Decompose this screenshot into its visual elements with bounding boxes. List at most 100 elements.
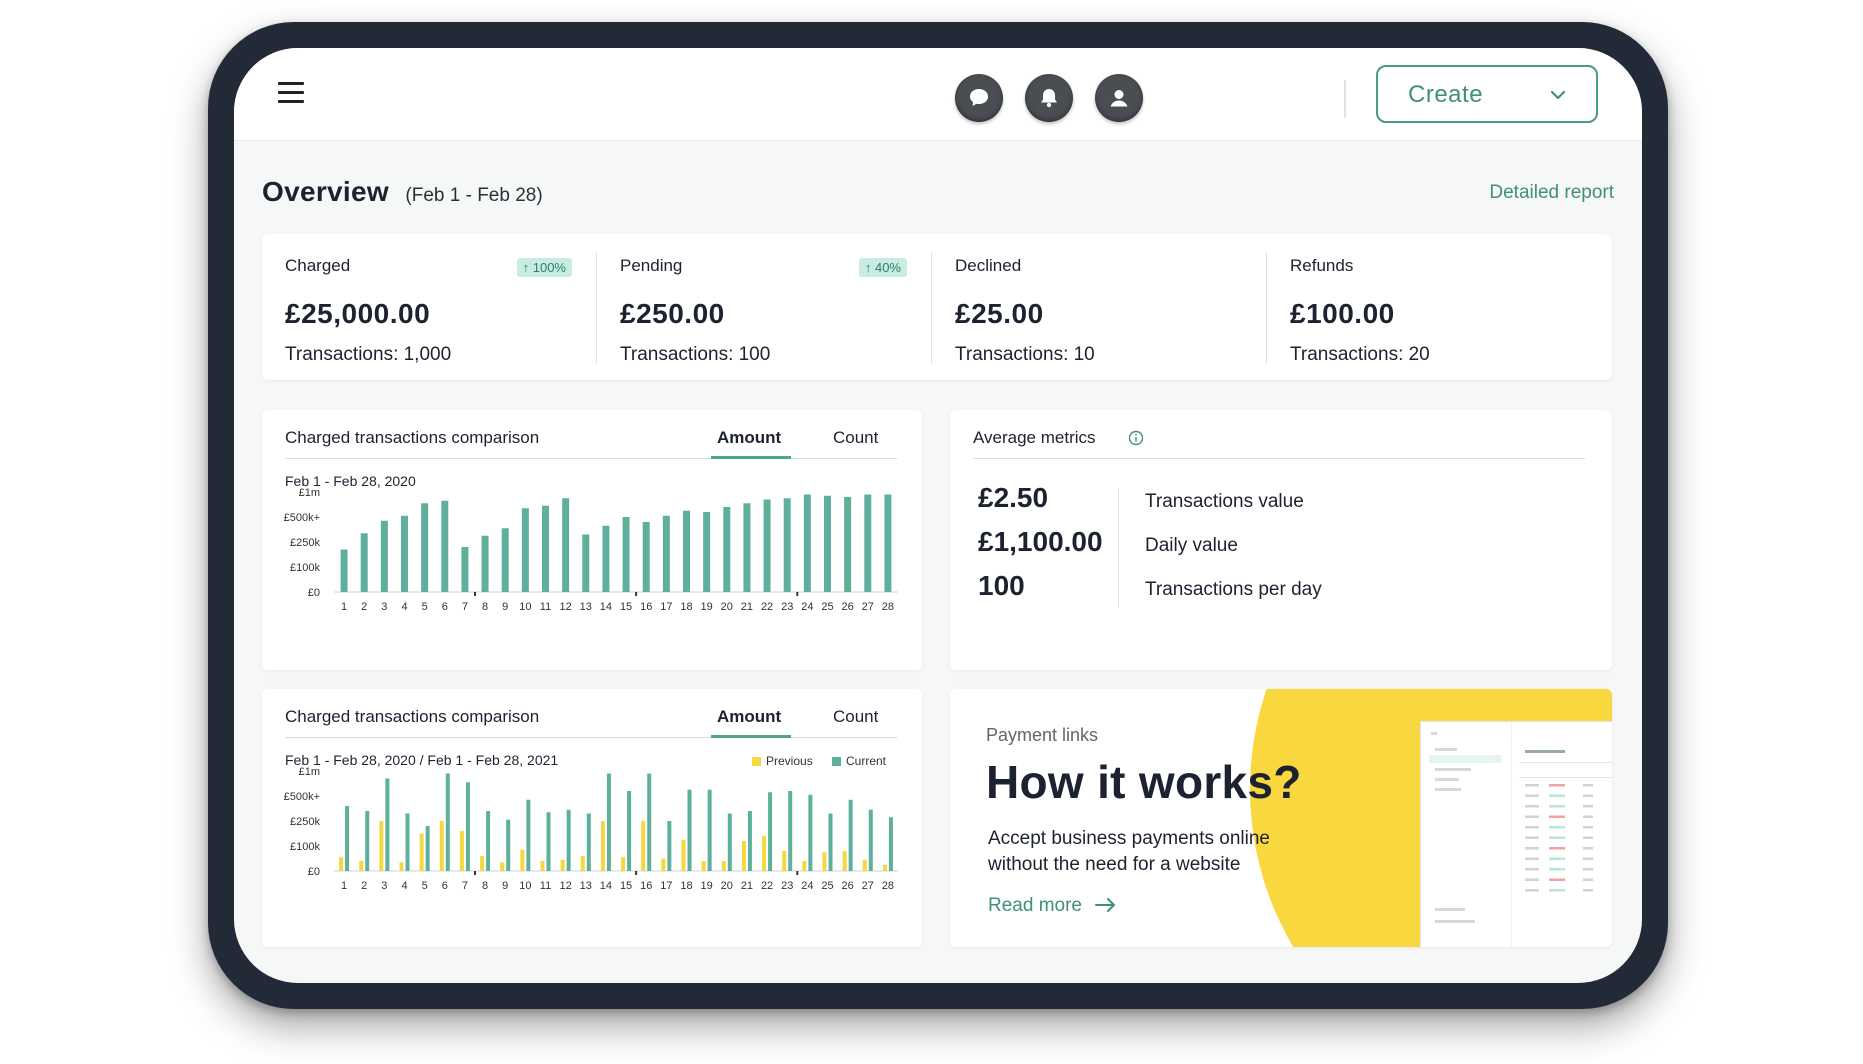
bar-current[interactable] xyxy=(622,517,630,592)
bar-current[interactable] xyxy=(562,498,570,592)
bar-current[interactable] xyxy=(808,794,813,871)
bar-previous[interactable] xyxy=(842,851,847,871)
bar-previous[interactable] xyxy=(580,856,585,871)
bar-current[interactable] xyxy=(683,510,690,592)
bar-current[interactable] xyxy=(385,778,390,872)
read-more-link[interactable]: Read more xyxy=(988,895,1117,917)
bar-current[interactable] xyxy=(465,782,470,871)
detailed-report-link[interactable]: Detailed report xyxy=(1489,182,1614,204)
bar-current[interactable] xyxy=(723,507,731,592)
bar-previous[interactable] xyxy=(520,849,525,871)
bar-current[interactable] xyxy=(888,817,893,871)
x-tick-label: 22 xyxy=(761,601,773,613)
bar-previous[interactable] xyxy=(701,861,706,871)
bar-current[interactable] xyxy=(848,799,853,871)
bar-previous[interactable] xyxy=(822,852,827,871)
stat-label: Refunds xyxy=(1290,256,1354,275)
bar-current[interactable] xyxy=(582,534,590,593)
hamburger-menu-icon[interactable] xyxy=(278,82,304,104)
bar-current[interactable] xyxy=(828,813,833,872)
bar-current[interactable] xyxy=(687,789,692,871)
create-dropdown-button[interactable]: Create xyxy=(1376,65,1598,123)
preview-row xyxy=(1583,889,1593,892)
bar-current[interactable] xyxy=(546,812,551,871)
bar-previous[interactable] xyxy=(399,862,404,871)
bar-previous[interactable] xyxy=(359,861,364,871)
bar-current[interactable] xyxy=(783,498,791,592)
bar-current[interactable] xyxy=(521,508,529,592)
bar-current[interactable] xyxy=(864,494,872,593)
bar-current[interactable] xyxy=(743,503,751,592)
preview-row xyxy=(1525,857,1539,860)
bar-current[interactable] xyxy=(662,515,670,592)
bar-current[interactable] xyxy=(461,547,469,592)
bar-current[interactable] xyxy=(380,520,388,592)
y-tick-label: £100k xyxy=(290,562,320,574)
bell-icon[interactable] xyxy=(1025,74,1073,122)
bar-current[interactable] xyxy=(602,525,610,592)
bar-current[interactable] xyxy=(486,811,491,871)
bar-current[interactable] xyxy=(441,500,449,592)
bar-current[interactable] xyxy=(647,773,652,872)
bar-previous[interactable] xyxy=(459,831,464,871)
bar-previous[interactable] xyxy=(741,841,746,871)
bar-current[interactable] xyxy=(360,533,368,592)
bar-previous[interactable] xyxy=(600,821,605,871)
bar-previous[interactable] xyxy=(762,836,767,871)
bar-current[interactable] xyxy=(566,809,571,871)
bar-previous[interactable] xyxy=(540,861,545,871)
bar-previous[interactable] xyxy=(882,864,887,871)
bar-current[interactable] xyxy=(401,515,408,592)
x-tick-label: 20 xyxy=(721,601,733,613)
bar-current[interactable] xyxy=(481,535,489,592)
bar-previous[interactable] xyxy=(480,856,485,871)
bar-current[interactable] xyxy=(586,813,591,872)
bar-current[interactable] xyxy=(844,497,852,592)
bar-previous[interactable] xyxy=(862,859,867,871)
bar-current[interactable] xyxy=(340,549,348,593)
bar-current[interactable] xyxy=(606,773,611,872)
bar-current[interactable] xyxy=(727,813,732,872)
bar-current[interactable] xyxy=(768,792,773,871)
bar-current[interactable] xyxy=(747,811,752,871)
bar-previous[interactable] xyxy=(661,858,666,872)
bar-previous[interactable] xyxy=(802,861,807,871)
bar-current[interactable] xyxy=(345,806,350,871)
bar-current[interactable] xyxy=(501,528,509,592)
bar-current[interactable] xyxy=(803,494,811,593)
bar-current[interactable] xyxy=(703,512,711,592)
bar-previous[interactable] xyxy=(500,862,505,871)
bar-current[interactable] xyxy=(642,522,650,592)
bar-previous[interactable] xyxy=(560,859,565,871)
bar-current[interactable] xyxy=(824,495,831,592)
bar-current[interactable] xyxy=(526,799,531,871)
bar-current[interactable] xyxy=(707,789,712,871)
bar-previous[interactable] xyxy=(681,839,686,871)
info-icon[interactable] xyxy=(1128,430,1144,446)
bar-previous[interactable] xyxy=(379,821,384,871)
bar-current[interactable] xyxy=(506,819,511,871)
bar-previous[interactable] xyxy=(721,861,726,871)
chat-bubble-icon[interactable] xyxy=(955,74,1003,122)
bar-previous[interactable] xyxy=(419,833,424,872)
bar-current[interactable] xyxy=(421,503,429,592)
bar-current[interactable] xyxy=(365,811,370,871)
bar-current[interactable] xyxy=(425,826,430,871)
bar-current[interactable] xyxy=(667,821,672,871)
bar-current[interactable] xyxy=(405,813,410,872)
bar-current[interactable] xyxy=(542,505,549,592)
bar-current[interactable] xyxy=(884,494,892,593)
stat-label: Pending xyxy=(620,256,683,275)
bar-previous[interactable] xyxy=(439,821,444,871)
bar-current[interactable] xyxy=(788,791,793,871)
bar-current[interactable] xyxy=(445,773,450,872)
bar-previous[interactable] xyxy=(641,821,646,871)
bar-previous[interactable] xyxy=(782,851,787,871)
bar-current[interactable] xyxy=(627,791,632,871)
x-tick-label: 15 xyxy=(620,880,632,892)
bar-current[interactable] xyxy=(868,809,873,871)
bar-previous[interactable] xyxy=(339,857,344,871)
bar-previous[interactable] xyxy=(621,857,626,871)
bar-current[interactable] xyxy=(763,499,771,593)
user-avatar-icon[interactable] xyxy=(1095,74,1143,122)
